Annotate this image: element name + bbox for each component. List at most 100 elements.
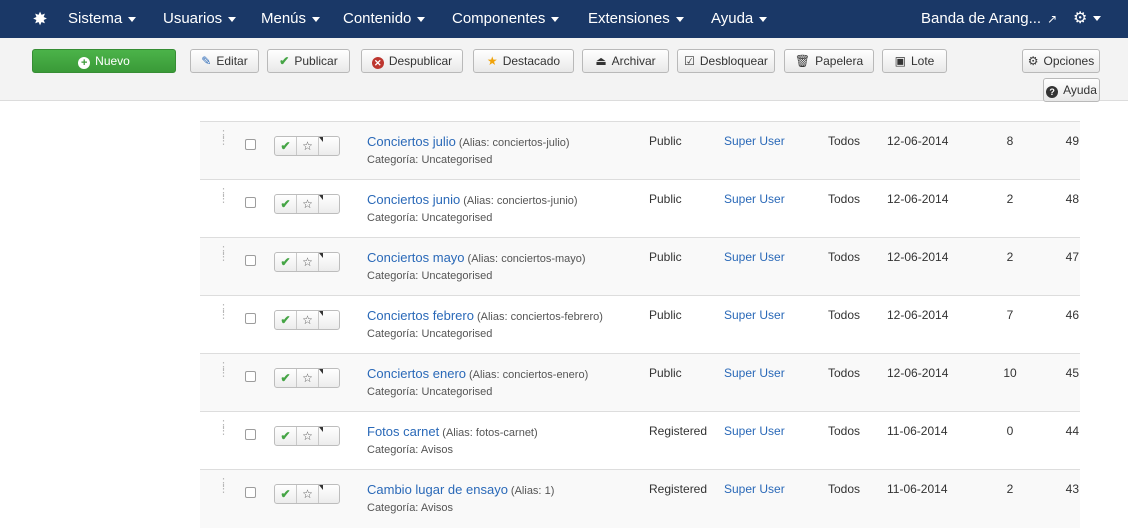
published-toggle[interactable]: ✔	[275, 195, 297, 213]
language: Todos	[828, 134, 861, 148]
article-id: 44	[1065, 424, 1079, 438]
drag-handle-icon[interactable]: ⋮ ⋮	[218, 246, 229, 263]
article-title-link[interactable]: Fotos carnet	[367, 424, 439, 439]
caret-down-icon	[128, 16, 137, 22]
row-checkbox[interactable]	[245, 197, 256, 208]
article-title-link[interactable]: Conciertos julio	[367, 134, 456, 149]
featured-toggle[interactable]: ☆	[297, 253, 319, 271]
row-checkbox[interactable]	[245, 487, 256, 498]
featured-button[interactable]: ★ Destacado	[473, 49, 574, 73]
row-checkbox[interactable]	[245, 429, 256, 440]
edit-button[interactable]: ✎ Editar	[190, 49, 259, 73]
table-header-cutoff	[200, 100, 1080, 122]
article-title-link[interactable]: Conciertos enero	[367, 366, 466, 381]
row-checkbox[interactable]	[245, 313, 256, 324]
published-toggle[interactable]: ✔	[275, 485, 297, 503]
help-button-label: Ayuda	[1063, 83, 1097, 97]
published-toggle[interactable]: ✔	[275, 253, 297, 271]
hits-count: 10	[1003, 366, 1017, 380]
drag-handle-icon[interactable]: ⋮ ⋮	[218, 130, 229, 147]
published-toggle[interactable]: ✔	[275, 427, 297, 445]
article-title-cell: Cambio lugar de ensayo (Alias: 1)	[367, 482, 554, 497]
drag-handle-icon[interactable]: ⋮ ⋮	[218, 304, 229, 321]
row-checkbox[interactable]	[245, 255, 256, 266]
article-title-link[interactable]: Conciertos junio	[367, 192, 460, 207]
new-button[interactable]: + Nuevo	[32, 49, 176, 73]
menu-extensiones[interactable]: Extensiones	[588, 0, 684, 38]
trash-button[interactable]: 🗑 Papelera	[784, 49, 874, 73]
drag-handle-icon[interactable]: ⋮ ⋮	[218, 420, 229, 437]
drag-handle-icon[interactable]: ⋮ ⋮	[218, 188, 229, 205]
language: Todos	[828, 366, 861, 380]
site-link[interactable]: Banda de Arang... ↗	[921, 0, 1057, 38]
actions-dropdown-toggle[interactable]	[319, 311, 339, 329]
actions-dropdown-toggle[interactable]	[319, 485, 339, 503]
check-icon: ✔	[280, 371, 291, 385]
author-link[interactable]: Super User	[724, 366, 785, 380]
actions-dropdown-toggle[interactable]	[319, 427, 339, 445]
new-button-label: Nuevo	[95, 54, 130, 68]
hits-count: 2	[1006, 250, 1014, 264]
options-button[interactable]: ⚙ Opciones	[1022, 49, 1100, 73]
help-button[interactable]: ? Ayuda	[1043, 78, 1100, 102]
article-category: Categoría: Uncategorised	[367, 386, 492, 398]
menu-usuarios[interactable]: Usuarios	[163, 0, 237, 38]
category-prefix: Categoría:	[367, 444, 419, 456]
author-link[interactable]: Super User	[724, 250, 785, 264]
drag-handle-icon[interactable]: ⋮ ⋮	[218, 362, 229, 379]
check-icon: ✔	[280, 429, 291, 443]
unpublish-button[interactable]: ✕ Despublicar	[361, 49, 463, 73]
menu-menus[interactable]: Menús	[261, 0, 321, 38]
article-title-link[interactable]: Conciertos mayo	[367, 250, 465, 265]
featured-toggle[interactable]: ☆	[297, 427, 319, 445]
settings-menu[interactable]: ⚙	[1073, 0, 1102, 38]
archive-icon: ⏏	[595, 54, 607, 68]
created-date: 11-06-2014	[887, 482, 948, 496]
author-link[interactable]: Super User	[724, 308, 785, 322]
status-button-group: ✔ ☆	[274, 426, 340, 446]
publish-button[interactable]: ✔ Publicar	[267, 49, 350, 73]
caret-down-icon	[1093, 16, 1102, 22]
published-toggle[interactable]: ✔	[275, 137, 297, 155]
batch-button[interactable]: ▣ Lote	[882, 49, 947, 73]
row-checkbox[interactable]	[245, 139, 256, 150]
star-outline-icon: ☆	[302, 371, 313, 385]
row-checkbox[interactable]	[245, 371, 256, 382]
alias-value: conciertos-febrero	[510, 311, 600, 323]
drag-handle-icon[interactable]: ⋮ ⋮	[218, 478, 229, 495]
publish-button-label: Publicar	[294, 54, 338, 68]
status-button-group: ✔ ☆	[274, 484, 340, 504]
menu-componentes[interactable]: Componentes	[452, 0, 560, 38]
published-toggle[interactable]: ✔	[275, 369, 297, 387]
menu-contenido[interactable]: Contenido	[343, 0, 426, 38]
featured-toggle[interactable]: ☆	[297, 369, 319, 387]
article-title-link[interactable]: Cambio lugar de ensayo	[367, 482, 508, 497]
alias-value: conciertos-mayo	[501, 253, 582, 265]
edit-button-label: Editar	[216, 54, 248, 68]
actions-dropdown-toggle[interactable]	[319, 369, 339, 387]
unlock-button[interactable]: ☑ Desbloquear	[677, 49, 775, 73]
featured-toggle[interactable]: ☆	[297, 485, 319, 503]
access-level: Public	[649, 308, 682, 322]
actions-dropdown-toggle[interactable]	[319, 195, 339, 213]
author-link[interactable]: Super User	[724, 424, 785, 438]
actions-dropdown-toggle[interactable]	[319, 253, 339, 271]
author-link[interactable]: Super User	[724, 482, 785, 496]
menu-ayuda[interactable]: Ayuda	[711, 0, 768, 38]
published-toggle[interactable]: ✔	[275, 311, 297, 329]
star-outline-icon: ☆	[302, 313, 313, 327]
actions-dropdown-toggle[interactable]	[319, 137, 339, 155]
featured-toggle[interactable]: ☆	[297, 195, 319, 213]
featured-toggle[interactable]: ☆	[297, 137, 319, 155]
archive-button[interactable]: ⏏ Archivar	[582, 49, 669, 73]
menu-sistema[interactable]: Sistema	[68, 0, 137, 38]
author-link[interactable]: Super User	[724, 134, 785, 148]
status-button-group: ✔ ☆	[274, 136, 340, 156]
article-id: 45	[1065, 366, 1079, 380]
hits-count: 2	[1006, 192, 1014, 206]
author-link[interactable]: Super User	[724, 192, 785, 206]
joomla-logo-icon[interactable]: ✸	[30, 9, 50, 29]
category-value: Uncategorised	[421, 270, 493, 282]
article-title-link[interactable]: Conciertos febrero	[367, 308, 474, 323]
featured-toggle[interactable]: ☆	[297, 311, 319, 329]
